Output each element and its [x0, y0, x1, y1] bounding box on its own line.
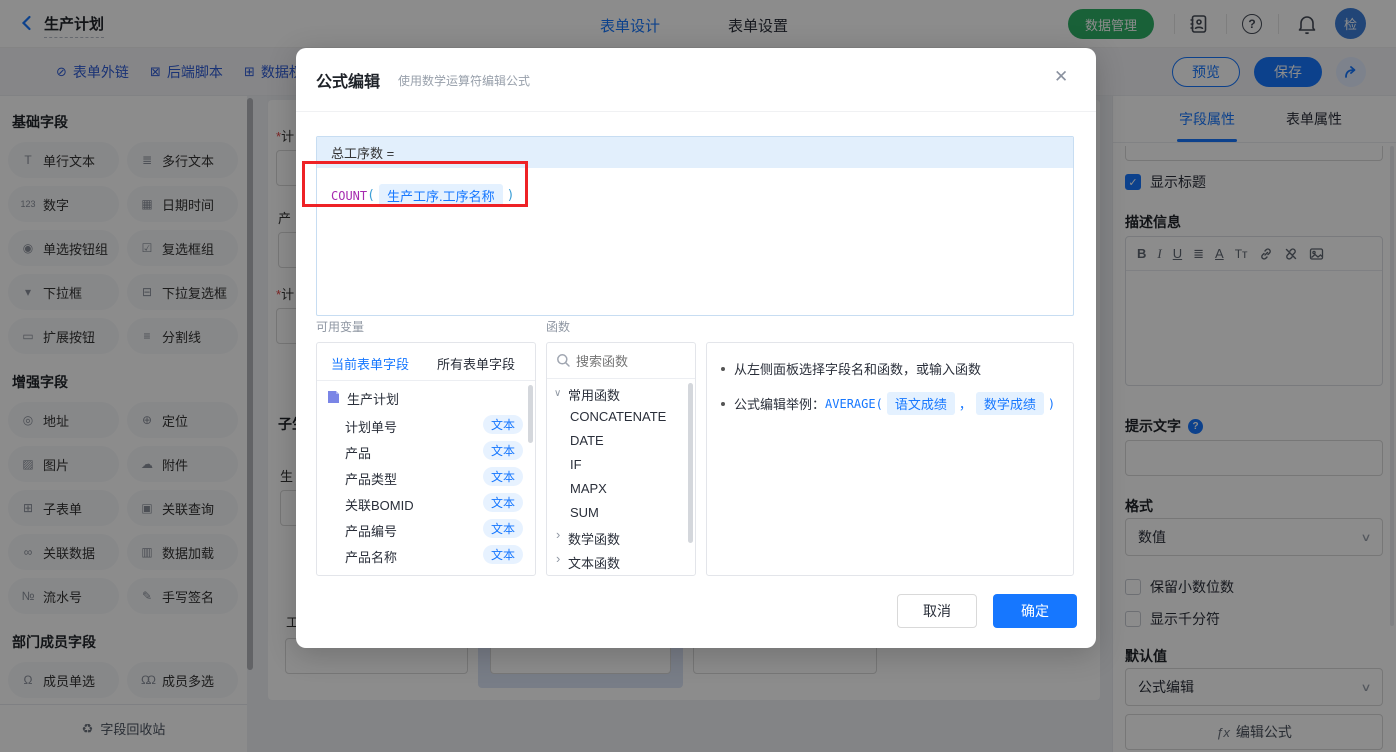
field-type-badge: 文本 [483, 519, 523, 538]
variable-field-name[interactable]: 产品编号 [345, 521, 397, 540]
modal-subtitle: 使用数学运算符编辑公式 [398, 74, 531, 88]
function-item[interactable]: CONCATENATE [570, 409, 666, 424]
function-item[interactable]: MAPX [570, 481, 607, 496]
functions-panel: ∨ 常用函数 CONCATENATE DATE IF MAPX SUM › 数学… [546, 342, 696, 576]
help-tip-2: 公式编辑举例： AVERAGE(语文成绩，数学成绩) [721, 392, 1059, 415]
function-item[interactable]: SUM [570, 505, 599, 520]
variable-field-name[interactable]: 产品 [345, 443, 371, 462]
formula-edit-modal: 公式编辑 使用数学运算符编辑公式 ✕ 总工序数 = COUNT(生产工序.工序名… [296, 48, 1096, 648]
form-document-icon [327, 390, 340, 404]
functions-scrollbar[interactable] [688, 383, 693, 543]
example-close-paren: ) [1047, 396, 1056, 411]
function-group-math[interactable]: 数学函数 [568, 529, 620, 548]
function-group-text[interactable]: 文本函数 [568, 553, 620, 572]
open-paren: ( [367, 188, 375, 203]
variables-label: 可用变量 [316, 320, 365, 334]
field-type-badge: 文本 [483, 545, 523, 564]
search-function-input[interactable] [576, 349, 688, 373]
field-type-badge: 文本 [483, 441, 523, 460]
tab-current-form-fields[interactable]: 当前表单字段 [331, 354, 409, 373]
field-type-badge: 文本 [483, 415, 523, 434]
example-prefix: 公式编辑举例： [734, 397, 826, 412]
help-tip-1: 从左侧面板选择字段名和函数，或输入函数 [721, 359, 1059, 378]
function-item[interactable]: IF [570, 457, 582, 472]
functions-label: 函数 [546, 320, 571, 334]
function-item[interactable]: DATE [570, 433, 604, 448]
modal-header-divider [296, 111, 1096, 112]
search-icon [556, 353, 571, 368]
chevron-down-icon: ∨ [554, 388, 562, 399]
formula-help-panel: 从左侧面板选择字段名和函数，或输入函数 公式编辑举例： AVERAGE(语文成绩，… [706, 342, 1074, 576]
formula-target: 总工序数 = [331, 146, 395, 161]
example-chip: 数学成绩 [975, 392, 1044, 415]
example-comma: ， [958, 397, 972, 412]
close-icon[interactable]: ✕ [1054, 67, 1068, 87]
variable-field-name[interactable]: 计划单号 [345, 417, 397, 436]
bullet-dot [721, 366, 725, 371]
modal-title: 公式编辑 [316, 74, 381, 91]
app-root: 生产计划 表单设计 表单设置 数据管理 ? 检 ⊘ 表单外链 ⊠ 后端脚本 ⊞ 数据权… [0, 0, 1396, 752]
formula-function: COUNT [331, 188, 368, 203]
formula-editor[interactable]: 总工序数 = COUNT(生产工序.工序名称) [316, 136, 1074, 316]
tab-all-form-fields[interactable]: 所有表单字段 [437, 354, 515, 373]
field-type-badge: 文本 [483, 493, 523, 512]
bullet-dot [721, 401, 725, 406]
variable-field-name[interactable]: 关联BOMID [345, 495, 414, 514]
confirm-button[interactable]: 确定 [993, 594, 1077, 628]
cancel-button[interactable]: 取消 [897, 594, 977, 628]
chevron-right-icon: › [556, 551, 561, 566]
field-type-badge: 文本 [483, 467, 523, 486]
variables-panel: 当前表单字段 所有表单字段 生产计划 计划单号 文本 产品 文本 产品类型 文本… [316, 342, 536, 576]
variable-field-name[interactable]: 产品类型 [345, 469, 397, 488]
example-chip: 语文成绩 [886, 392, 955, 415]
close-paren: ) [506, 188, 515, 203]
field-chip[interactable]: 生产工序.工序名称 [378, 184, 503, 207]
example-function: AVERAGE( [825, 396, 883, 411]
function-group-common[interactable]: 常用函数 [568, 385, 620, 404]
form-node-label[interactable]: 生产计划 [347, 389, 399, 408]
variables-tabs: 当前表单字段 所有表单字段 [317, 343, 535, 381]
variables-scrollbar[interactable] [528, 385, 533, 443]
chevron-right-icon: › [556, 527, 561, 542]
function-search-row [547, 343, 695, 379]
variable-field-name[interactable]: 产品名称 [345, 547, 397, 566]
formula-target-band: 总工序数 = [317, 137, 1073, 168]
formula-expression[interactable]: COUNT(生产工序.工序名称) [317, 168, 1073, 207]
